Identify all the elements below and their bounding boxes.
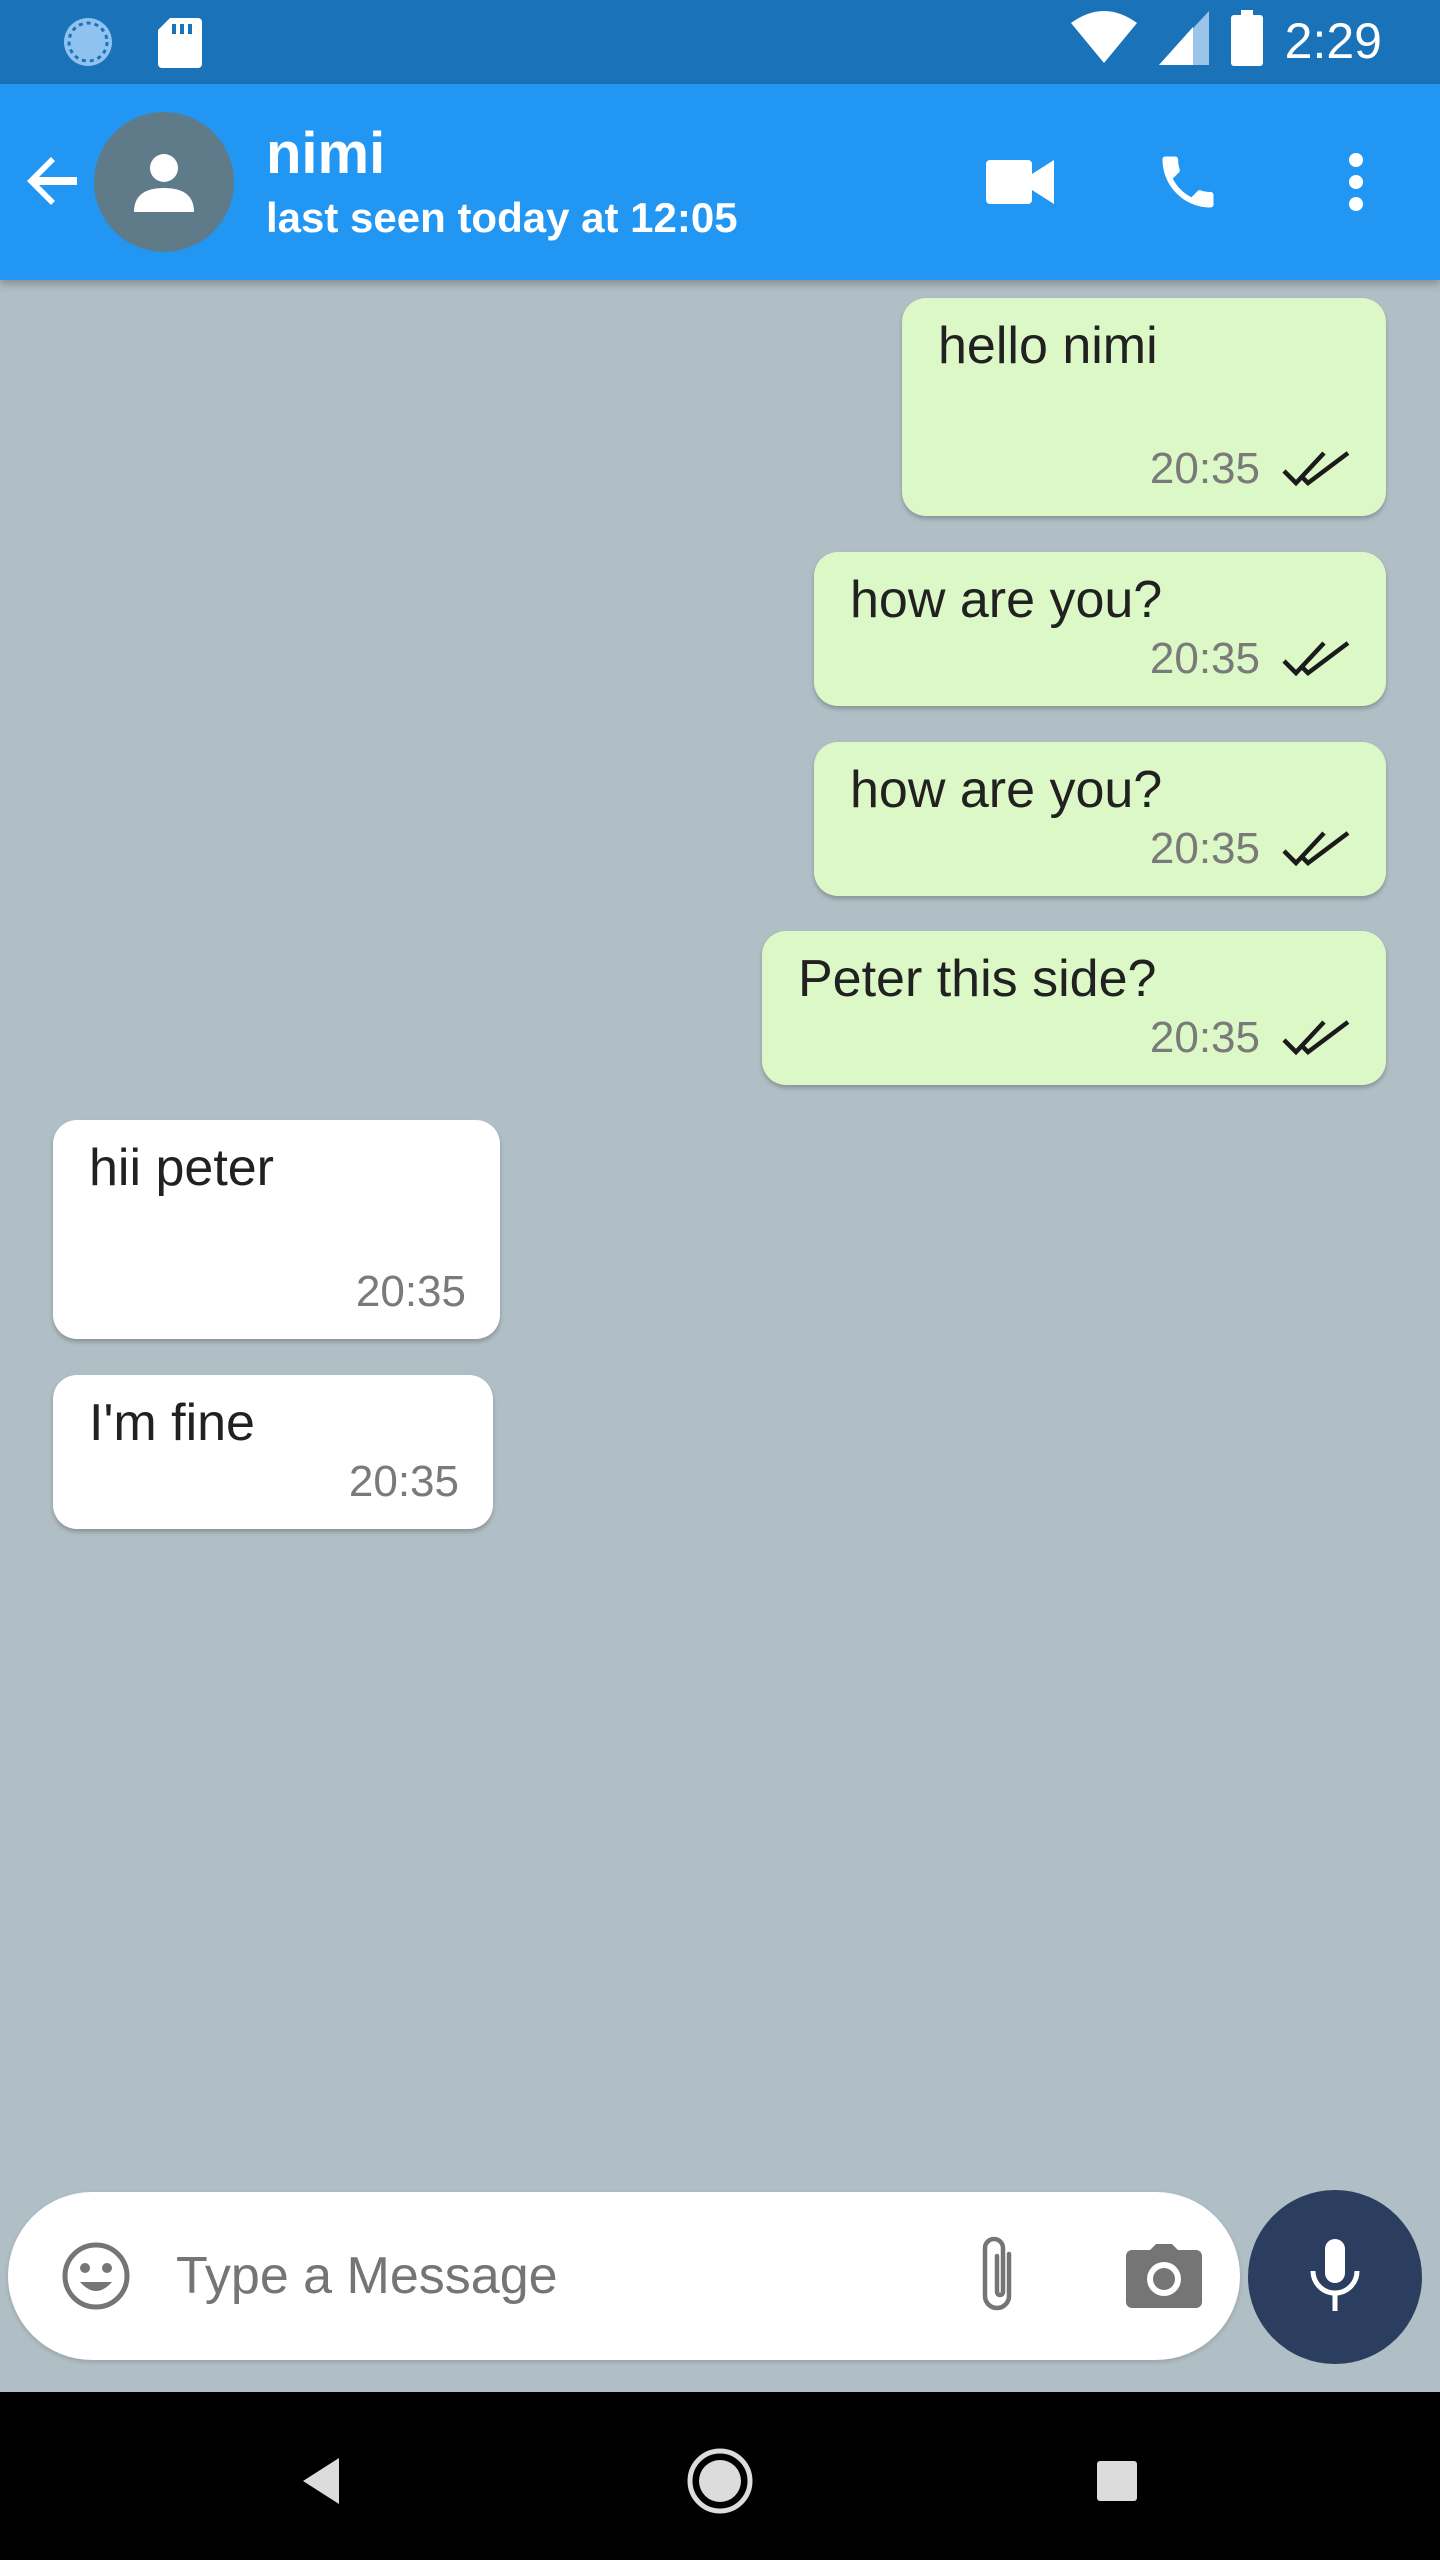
back-button[interactable]	[18, 146, 88, 216]
message-time: 20:35	[1149, 824, 1260, 873]
square-recents-icon	[1097, 2461, 1137, 2501]
video-call-icon	[986, 160, 1054, 204]
status-bar-left	[60, 14, 202, 75]
outgoing-message[interactable]: how are you? 20:35	[814, 552, 1386, 706]
contact-name[interactable]: nimi	[266, 120, 385, 187]
more-vert-icon	[1349, 153, 1363, 211]
message-text: how are you?	[850, 571, 1163, 629]
more-options-button[interactable]	[1314, 140, 1398, 224]
mic-icon	[1310, 2239, 1360, 2311]
triangle-back-icon	[303, 2458, 339, 2504]
status-bar: 2:29	[0, 0, 1440, 84]
message-text: how are you?	[850, 761, 1163, 819]
message-meta: 20:35	[1150, 444, 1352, 494]
incoming-message[interactable]: I'm fine 20:35	[53, 1375, 493, 1529]
emoji-button[interactable]	[52, 2232, 140, 2320]
message-meta: 20:35	[1150, 1013, 1352, 1063]
chat-app-bar: nimi last seen today at 12:05	[0, 84, 1440, 280]
message-time: 20:35	[1149, 444, 1260, 493]
avatar[interactable]	[94, 112, 234, 252]
mic-button[interactable]	[1248, 2190, 1422, 2364]
message-text: hii peter	[89, 1139, 274, 1197]
message-text: I'm fine	[89, 1394, 255, 1452]
signal-icon	[1158, 11, 1209, 70]
message-meta: 20:35	[1150, 634, 1352, 684]
attach-button[interactable]	[950, 2224, 1046, 2328]
outgoing-message[interactable]: hello nimi 20:35	[902, 298, 1386, 516]
voice-call-button[interactable]	[1146, 140, 1230, 224]
battery-icon	[1230, 10, 1263, 71]
emoji-icon	[62, 2242, 130, 2310]
message-meta: 20:35	[349, 1457, 459, 1507]
camera-button[interactable]	[1112, 2228, 1216, 2324]
message-meta: 20:35	[1150, 824, 1352, 874]
status-bar-right: 2:29	[1070, 10, 1382, 71]
phone-icon	[1162, 156, 1214, 208]
system-nav-bar	[0, 2392, 1440, 2560]
back-arrow-icon	[27, 157, 77, 205]
nav-back-button[interactable]	[276, 2436, 366, 2526]
status-time: 2:29	[1284, 12, 1382, 69]
video-call-button[interactable]	[978, 140, 1062, 224]
message-time: 20:35	[355, 1267, 466, 1316]
message-text: Peter this side?	[798, 950, 1157, 1008]
sync-icon	[60, 14, 116, 75]
double-check-icon	[1282, 1020, 1350, 1056]
last-seen-status: last seen today at 12:05	[266, 194, 738, 241]
nav-recents-button[interactable]	[1072, 2436, 1162, 2526]
incoming-message[interactable]: hii peter 20:35	[53, 1120, 500, 1339]
message-time: 20:35	[348, 1457, 459, 1506]
sd-card-icon	[158, 16, 202, 73]
message-time: 20:35	[1149, 634, 1260, 683]
camera-icon	[1126, 2244, 1202, 2308]
outgoing-message[interactable]: Peter this side? 20:35	[762, 931, 1386, 1085]
message-meta: 20:35	[356, 1267, 466, 1317]
double-check-icon	[1282, 831, 1350, 867]
double-check-icon	[1282, 451, 1350, 487]
message-text: hello nimi	[938, 317, 1158, 375]
double-check-icon	[1282, 641, 1350, 677]
message-composer	[8, 2192, 1240, 2360]
outgoing-message[interactable]: how are you? 20:35	[814, 742, 1386, 896]
person-icon	[134, 154, 194, 212]
message-time: 20:35	[1149, 1013, 1260, 1062]
message-input[interactable]	[176, 2232, 916, 2320]
attach-icon	[982, 2236, 1012, 2311]
circle-home-icon	[687, 2448, 753, 2514]
wifi-icon	[1070, 11, 1137, 70]
nav-home-button[interactable]	[675, 2436, 765, 2526]
